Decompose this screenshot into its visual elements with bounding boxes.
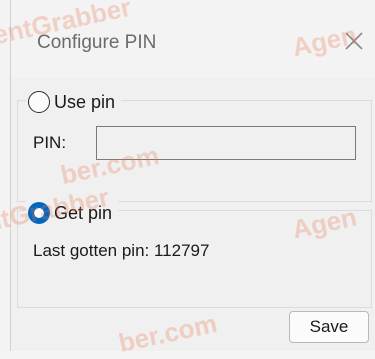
pin-field-label: PIN:	[33, 133, 67, 152]
radio-checked-icon	[28, 202, 50, 224]
get-pin-radio[interactable]: Get pin	[26, 201, 119, 225]
dialog-body: Use pin PIN: Get pin Last gotten pin: 11…	[11, 78, 375, 351]
close-button[interactable]	[341, 28, 367, 54]
title-bar: Configure PIN	[11, 0, 375, 78]
use-pin-label: Use pin	[54, 91, 116, 112]
last-gotten-pin-text: Last gotten pin: 112797	[33, 241, 210, 260]
pin-input[interactable]	[96, 126, 356, 160]
radio-unchecked-icon	[28, 91, 50, 113]
get-pin-label: Get pin	[54, 202, 113, 223]
close-icon	[345, 32, 363, 50]
save-button[interactable]: Save	[289, 311, 369, 343]
configure-pin-dialog: Configure PIN Use pin PIN: Get pin Last …	[10, 0, 375, 351]
use-pin-radio[interactable]: Use pin	[26, 90, 122, 114]
window-title: Configure PIN	[37, 32, 157, 53]
